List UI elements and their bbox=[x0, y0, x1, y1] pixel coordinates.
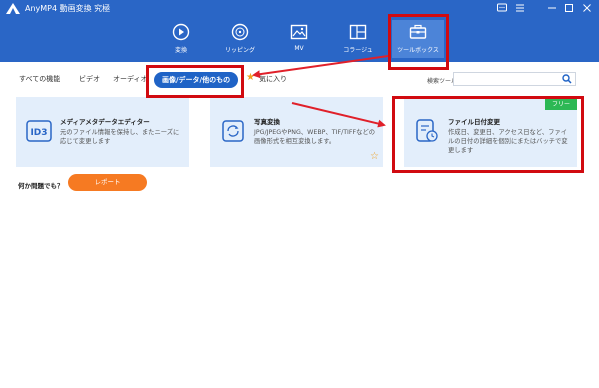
arrow-to-filter bbox=[252, 55, 389, 79]
annotation-arrows bbox=[252, 55, 389, 128]
app-window: AnyMP4 動画変換 究極 変換 リッピング MV コラージュ ツールボックス… bbox=[0, 0, 599, 388]
arrow-to-card bbox=[291, 102, 386, 128]
